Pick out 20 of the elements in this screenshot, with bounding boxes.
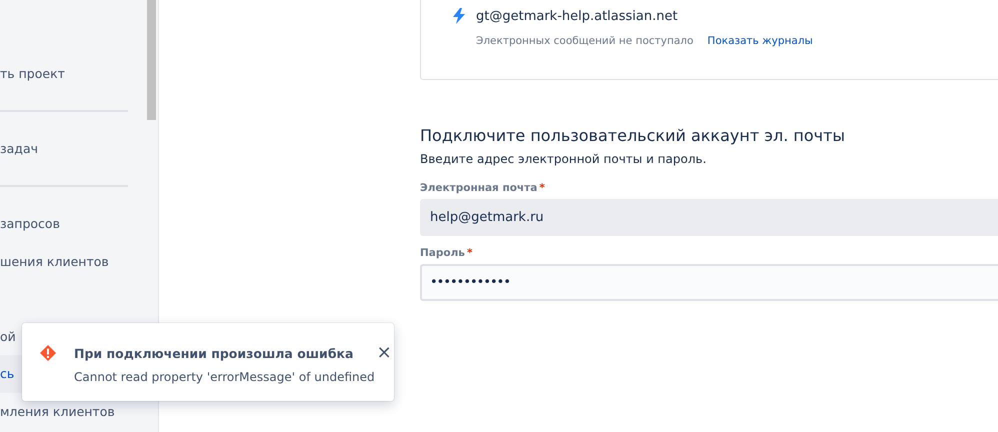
toast-title: При подключении произошла ошибка: [74, 345, 354, 362]
field-label: Пароль: [420, 247, 465, 259]
close-button[interactable]: ×: [374, 345, 394, 361]
mail-status: Электронных сообщений не поступало: [476, 35, 694, 47]
form-title: Подключите пользовательский аккаунт эл. почты: [420, 126, 846, 146]
form-subtitle: Введите адрес электронной почты и пароль.: [420, 151, 708, 167]
password-field[interactable]: ••••••••••••: [420, 264, 998, 301]
lightning-icon: [452, 8, 466, 24]
sidebar-item[interactable]: шения клиентов: [0, 242, 145, 280]
sidebar-item[interactable]: ть проект: [0, 55, 145, 92]
sidebar-item[interactable]: задач: [0, 130, 145, 168]
error-icon: [40, 345, 56, 361]
scrollbar-thumb[interactable]: [147, 0, 156, 120]
show-logs-link[interactable]: Показать журналы: [707, 35, 813, 47]
required-mark: *: [539, 182, 545, 194]
email-address: gt@getmark-help.atlassian.net: [476, 8, 678, 24]
required-mark: *: [466, 247, 472, 259]
toast-message: Cannot read property 'errorMessage' of undefined: [74, 369, 375, 385]
field-label: Электронная почта: [420, 182, 538, 194]
sidebar-item[interactable]: запросов: [0, 205, 145, 242]
